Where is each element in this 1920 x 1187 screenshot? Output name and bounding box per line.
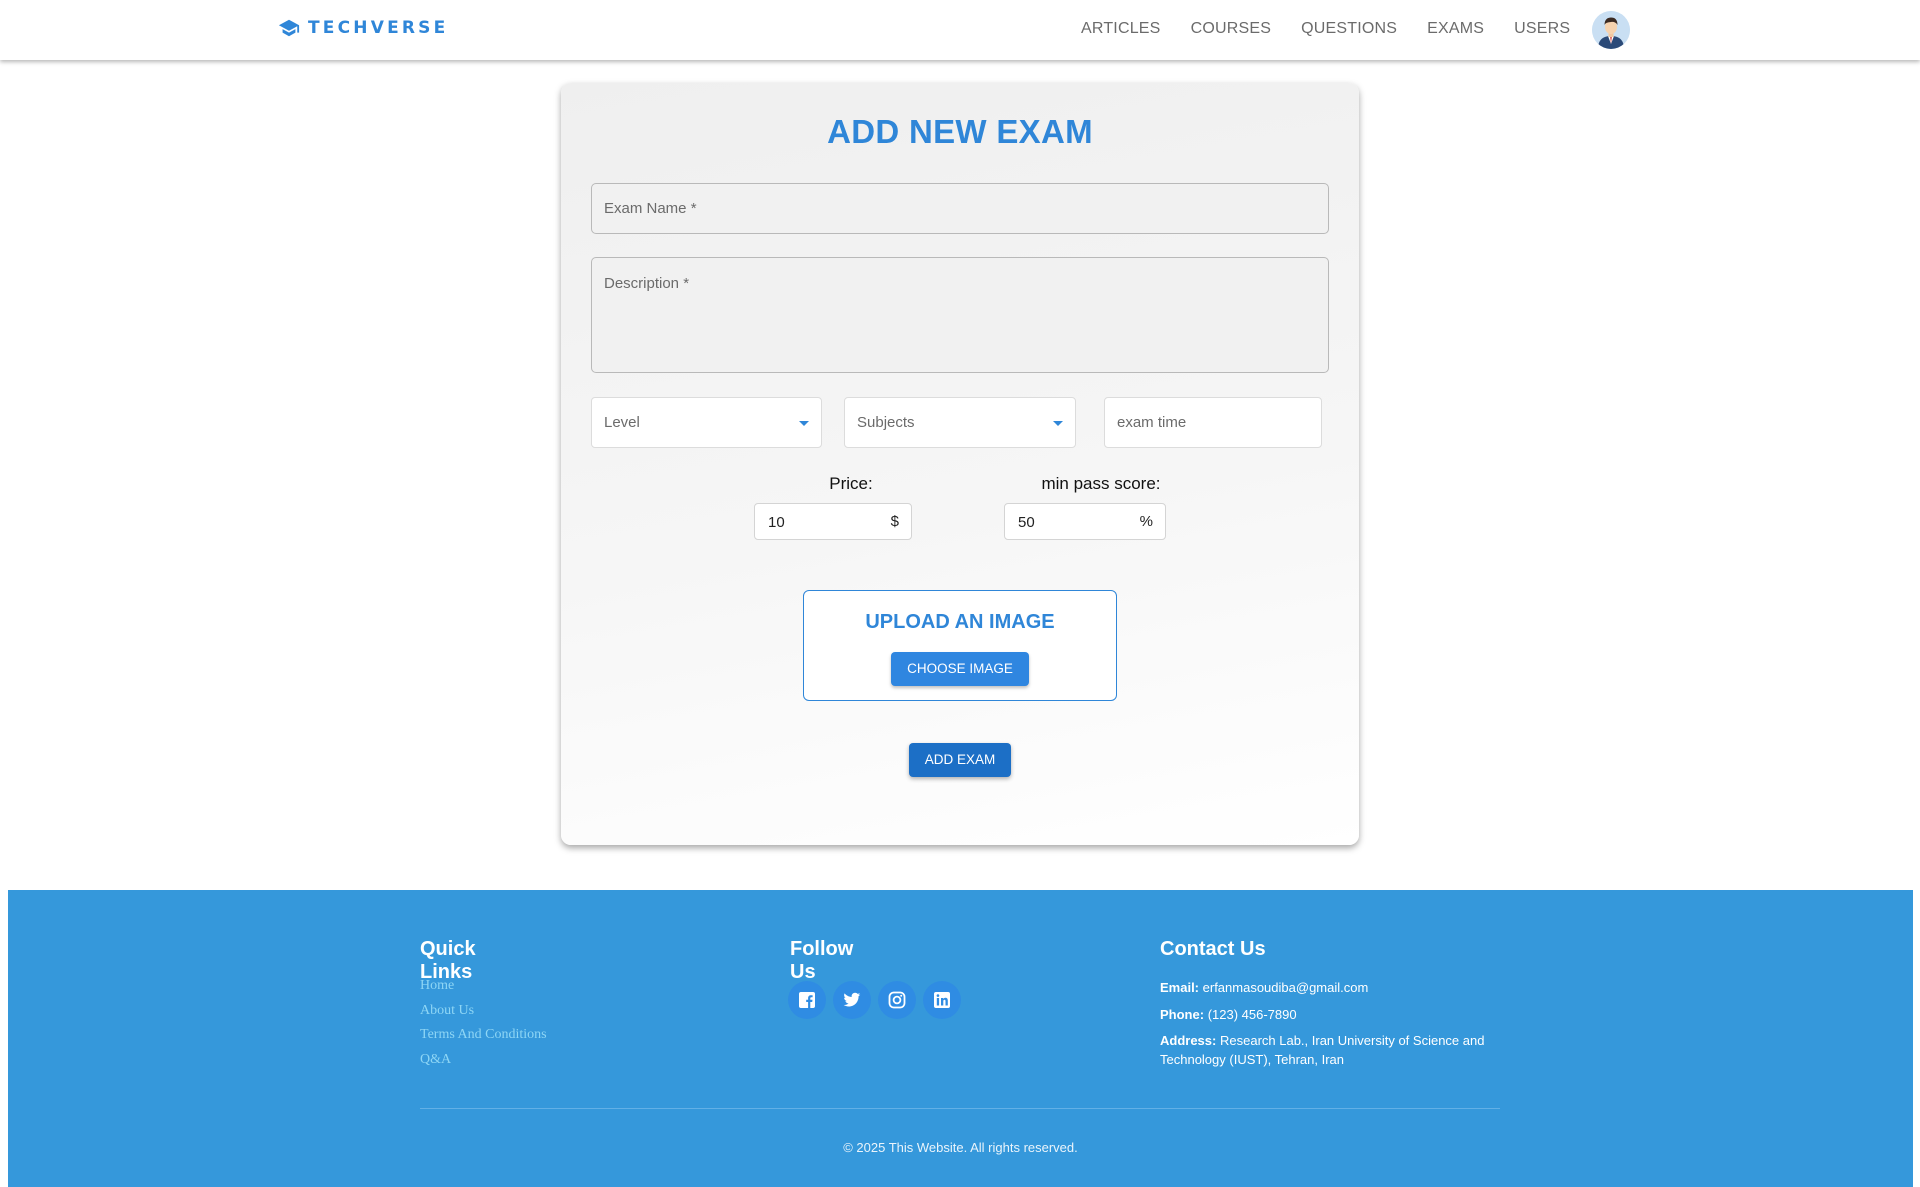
price-label: Price: <box>829 474 873 493</box>
add-exam-button[interactable]: ADD EXAM <box>909 743 1011 777</box>
nav-courses[interactable]: COURSES <box>1191 20 1272 38</box>
footer-link-terms[interactable]: Terms And Conditions <box>420 1027 547 1043</box>
description-label: Description * <box>604 275 690 292</box>
facebook-icon <box>799 992 815 1008</box>
contact-email: Email: erfanmasoudiba@gmail.com <box>1160 978 1368 997</box>
user-avatar[interactable] <box>1592 11 1630 49</box>
exam-time-placeholder: exam time <box>1117 414 1187 431</box>
brand-logo[interactable]: TECHVERSE <box>278 17 448 39</box>
level-label: Level <box>604 414 640 431</box>
price-input[interactable]: 10 $ <box>754 503 912 540</box>
footer-divider <box>420 1108 1500 1109</box>
nav-exams[interactable]: EXAMS <box>1427 20 1484 38</box>
copyright-text: © 2025 This Website. All rights reserved… <box>843 1140 1078 1155</box>
phone-value: (123) 456-7890 <box>1207 1007 1297 1022</box>
site-footer: Quick Links Home About Us Terms And Cond… <box>8 890 1913 1187</box>
main-nav: ARTICLES COURSES QUESTIONS EXAMS USERS <box>1081 20 1600 38</box>
linkedin-link[interactable] <box>923 981 961 1019</box>
top-navbar: TECHVERSE ARTICLES COURSES QUESTIONS EXA… <box>0 0 1920 60</box>
email-label: Email: <box>1160 980 1200 995</box>
contact-us-title: Contact Us <box>1160 938 1266 960</box>
subjects-select[interactable]: Subjects <box>844 397 1076 448</box>
upload-title: UPLOAD AN IMAGE <box>865 611 1055 633</box>
subjects-label: Subjects <box>857 414 915 431</box>
footer-link-about[interactable]: About Us <box>420 1003 474 1019</box>
price-value: 10 <box>768 514 785 531</box>
exam-time-input[interactable]: exam time <box>1104 397 1322 448</box>
min-pass-score-unit: % <box>1139 513 1153 530</box>
level-select[interactable]: Level <box>591 397 822 448</box>
facebook-link[interactable] <box>788 981 826 1019</box>
twitter-icon <box>843 992 861 1007</box>
image-upload-panel: UPLOAD AN IMAGE CHOOSE IMAGE <box>803 590 1117 701</box>
min-pass-score-input[interactable]: 50 % <box>1004 503 1166 540</box>
footer-link-qa[interactable]: Q&A <box>420 1052 451 1068</box>
linkedin-icon <box>934 992 950 1008</box>
phone-label: Phone: <box>1160 1007 1205 1022</box>
nav-articles[interactable]: ARTICLES <box>1081 20 1161 38</box>
twitter-link[interactable] <box>833 981 871 1019</box>
contact-address: Address: Research Lab., Iran University … <box>1160 1031 1520 1069</box>
price-unit: $ <box>890 513 899 530</box>
min-pass-score-label: min pass score: <box>1041 474 1161 493</box>
footer-link-home[interactable]: Home <box>420 978 454 994</box>
chevron-down-icon <box>799 421 809 426</box>
nav-users[interactable]: USERS <box>1514 20 1570 38</box>
exam-name-input[interactable]: Exam Name * <box>591 183 1329 234</box>
chevron-down-icon <box>1053 421 1063 426</box>
exam-name-label: Exam Name * <box>604 200 697 217</box>
description-textarea[interactable]: Description * <box>591 257 1329 373</box>
graduation-cap-icon <box>278 19 300 37</box>
choose-image-button[interactable]: CHOOSE IMAGE <box>891 652 1029 686</box>
address-label: Address: <box>1160 1033 1217 1048</box>
user-avatar-icon <box>1592 11 1630 49</box>
nav-questions[interactable]: QUESTIONS <box>1301 20 1397 38</box>
contact-phone: Phone: (123) 456-7890 <box>1160 1005 1297 1024</box>
page-title: ADD NEW EXAM <box>827 113 1093 150</box>
instagram-link[interactable] <box>878 981 916 1019</box>
min-pass-score-value: 50 <box>1018 514 1035 531</box>
follow-us-title: Follow Us <box>790 938 854 983</box>
email-value: erfanmasoudiba@gmail.com <box>1202 980 1369 995</box>
add-exam-card: ADD NEW EXAM Exam Name * Description * L… <box>561 83 1359 845</box>
instagram-icon <box>888 991 906 1009</box>
brand-name: TECHVERSE <box>308 18 449 38</box>
